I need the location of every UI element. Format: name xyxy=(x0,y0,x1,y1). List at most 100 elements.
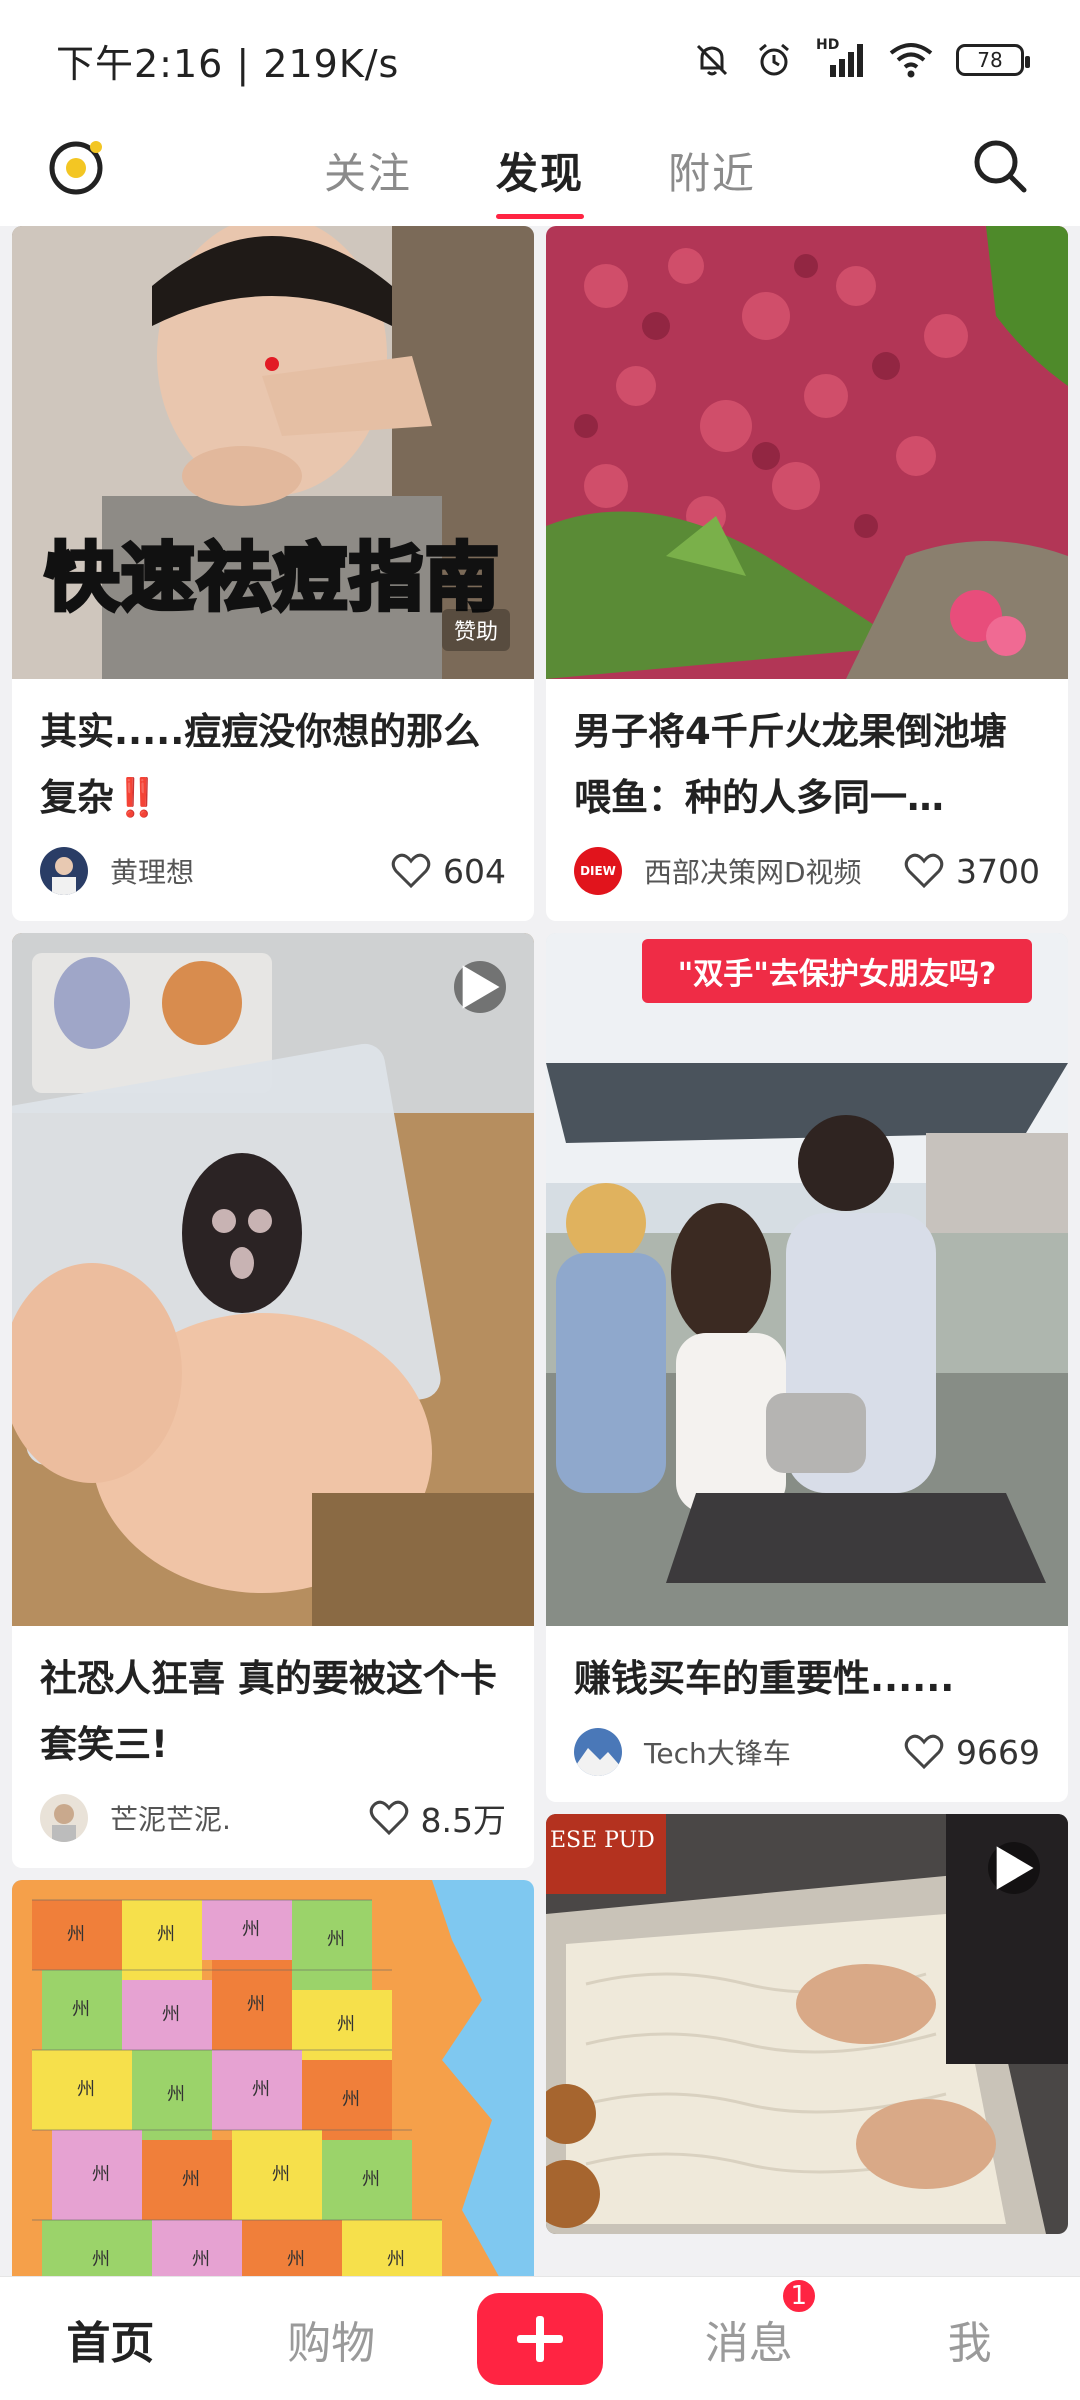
search-icon[interactable] xyxy=(970,136,1030,196)
svg-text:州: 州 xyxy=(92,2249,110,2270)
like-count: 8.5万 xyxy=(420,1801,506,1840)
note-card[interactable]: ESE PUD xyxy=(546,1814,1068,2234)
like-button[interactable]: 9669 xyxy=(904,1733,1040,1772)
status-icons: HD 78 xyxy=(692,37,1030,80)
like-count: 9669 xyxy=(956,1732,1040,1772)
signal-icon: HD xyxy=(816,37,866,79)
svg-text:州: 州 xyxy=(242,1919,260,1940)
feed-tabs: 关注 发现 附近 xyxy=(324,140,756,219)
video-badge xyxy=(454,961,506,1013)
top-nav: 关注 发现 附近 xyxy=(0,120,1080,226)
note-cover-image[interactable]: ESE PUD xyxy=(546,1814,1068,2234)
bottom-nav-me[interactable]: 我 xyxy=(895,2307,1045,2371)
like-count: 604 xyxy=(443,851,506,891)
svg-text:州: 州 xyxy=(67,1924,85,1945)
note-card[interactable]: 州州州州 州州州州 州州州州 州州州州 州州州州 xyxy=(12,1880,534,2276)
author-name[interactable]: 芒泥芒泥. xyxy=(110,1798,231,1838)
avatar[interactable]: DIEW xyxy=(574,847,622,895)
note-card[interactable]: 男子将4千斤火龙果倒池塘喂鱼：种的人多同一… DIEW 西部决策网D视频 370… xyxy=(546,226,1068,921)
note-title[interactable]: 社恐人狂喜 真的要被这个卡套笑三! xyxy=(40,1646,506,1778)
note-author[interactable]: Tech大锋车 xyxy=(574,1728,791,1776)
svg-text:州: 州 xyxy=(162,2004,180,2025)
bottom-nav: 首页 购物 消息 1 我 xyxy=(0,2276,1080,2400)
note-meta: DIEW 西部决策网D视频 3700 xyxy=(574,845,1040,897)
author-name[interactable]: 西部决策网D视频 xyxy=(644,851,862,891)
bottom-nav-messages-label: 消息 xyxy=(704,2317,793,2369)
svg-text:州: 州 xyxy=(72,1999,90,2020)
tab-following[interactable]: 关注 xyxy=(324,140,412,201)
note-cover-image[interactable] xyxy=(12,933,534,1626)
note-author[interactable]: 黄理想 xyxy=(40,847,194,895)
tab-nearby[interactable]: 附近 xyxy=(668,140,756,201)
svg-text:州: 州 xyxy=(272,2164,290,2185)
note-meta: 黄理想 604 xyxy=(40,845,506,897)
cover-banner: "双手"去保护女朋友吗? xyxy=(642,939,1032,1003)
heart-icon xyxy=(369,1800,408,1836)
note-title[interactable]: 男子将4千斤火龙果倒池塘喂鱼：种的人多同一… xyxy=(574,699,1040,831)
note-card[interactable]: 快速祛痘指南 赞助 其实.....痘痘没你想的那么复杂‼️ 黄理想 604 xyxy=(12,226,534,921)
sponsored-tag: 赞助 xyxy=(441,609,510,651)
app-logo-icon[interactable] xyxy=(46,134,110,198)
wifi-icon xyxy=(889,43,933,78)
note-card[interactable]: "双手"去保护女朋友吗? 赚钱买车的重要性...... Tech大锋车 9669 xyxy=(546,933,1068,1802)
author-name[interactable]: 黄理想 xyxy=(110,851,194,891)
like-count: 3700 xyxy=(956,851,1040,891)
svg-text:州: 州 xyxy=(92,2164,110,2185)
discover-feed: 快速祛痘指南 赞助 其实.....痘痘没你想的那么复杂‼️ 黄理想 604 社恐… xyxy=(0,226,1080,2276)
svg-text:州: 州 xyxy=(157,1924,175,1945)
mute-bell-icon xyxy=(696,44,728,76)
author-name[interactable]: Tech大锋车 xyxy=(644,1732,791,1772)
tab-discover[interactable]: 发现 xyxy=(495,140,585,219)
bottom-nav-shopping[interactable]: 购物 xyxy=(256,2307,406,2371)
status-bar: 下午2:16 | 219K/s HD 78 xyxy=(0,0,1080,120)
alarm-icon xyxy=(759,43,789,76)
like-button[interactable]: 3700 xyxy=(904,852,1040,891)
status-time: 下午2:16 | 219K/s xyxy=(56,41,400,86)
like-button[interactable]: 604 xyxy=(391,852,506,891)
heart-icon xyxy=(904,1734,944,1770)
note-cover-image[interactable] xyxy=(546,226,1068,679)
note-cover-image[interactable]: 州州州州 州州州州 州州州州 州州州州 州州州州 xyxy=(12,1880,534,2276)
battery-icon: 78 xyxy=(956,44,1030,76)
avatar[interactable] xyxy=(40,1794,88,1842)
note-title[interactable]: 其实.....痘痘没你想的那么复杂‼️ xyxy=(40,699,506,831)
svg-text:州: 州 xyxy=(342,2089,360,2110)
note-card[interactable]: 社恐人狂喜 真的要被这个卡套笑三! 芒泥芒泥. 8.5万 xyxy=(12,933,534,1868)
cover-sign: ESE PUD xyxy=(550,1828,655,1853)
feed-column-left: 快速祛痘指南 赞助 其实.....痘痘没你想的那么复杂‼️ 黄理想 604 社恐… xyxy=(12,226,534,2276)
avatar[interactable] xyxy=(40,847,88,895)
unread-badge: 1 xyxy=(779,2276,818,2315)
video-badge xyxy=(988,1842,1040,1894)
like-button[interactable]: 8.5万 xyxy=(369,1794,506,1842)
svg-text:州: 州 xyxy=(77,2079,95,2100)
svg-text:州: 州 xyxy=(167,2084,185,2105)
svg-text:州: 州 xyxy=(252,2079,270,2100)
heart-icon xyxy=(391,853,431,889)
bottom-nav-messages[interactable]: 消息 1 xyxy=(674,2276,824,2371)
avatar[interactable] xyxy=(574,1728,622,1776)
note-cover-image[interactable]: "双手"去保护女朋友吗? xyxy=(546,933,1068,1626)
play-icon xyxy=(996,1846,1034,1890)
svg-text:州: 州 xyxy=(327,1929,345,1950)
svg-text:州: 州 xyxy=(247,1994,265,2015)
note-author[interactable]: 芒泥芒泥. xyxy=(40,1794,231,1842)
svg-text:州: 州 xyxy=(287,2249,305,2270)
svg-text:州: 州 xyxy=(387,2249,405,2270)
note-title[interactable]: 赚钱买车的重要性...... xyxy=(574,1646,1040,1712)
svg-text:州: 州 xyxy=(192,2249,210,2270)
note-meta: Tech大锋车 9669 xyxy=(574,1726,1040,1778)
feed-column-right: 男子将4千斤火龙果倒池塘喂鱼：种的人多同一… DIEW 西部决策网D视频 370… xyxy=(546,226,1068,2246)
svg-text:州: 州 xyxy=(337,2014,355,2035)
bottom-nav-home[interactable]: 首页 xyxy=(35,2307,185,2371)
author-logo-text: DIEW xyxy=(580,864,616,878)
heart-icon xyxy=(904,853,944,889)
svg-text:州: 州 xyxy=(362,2169,380,2190)
note-cover-image[interactable]: 快速祛痘指南 赞助 xyxy=(12,226,534,679)
svg-text:州: 州 xyxy=(182,2169,200,2190)
play-icon xyxy=(462,965,500,1009)
post-button[interactable] xyxy=(476,2292,603,2385)
note-author[interactable]: DIEW 西部决策网D视频 xyxy=(574,847,862,895)
note-meta: 芒泥芒泥. 8.5万 xyxy=(40,1792,506,1844)
plus-icon xyxy=(516,2315,563,2362)
battery-level: 78 xyxy=(977,48,1003,72)
